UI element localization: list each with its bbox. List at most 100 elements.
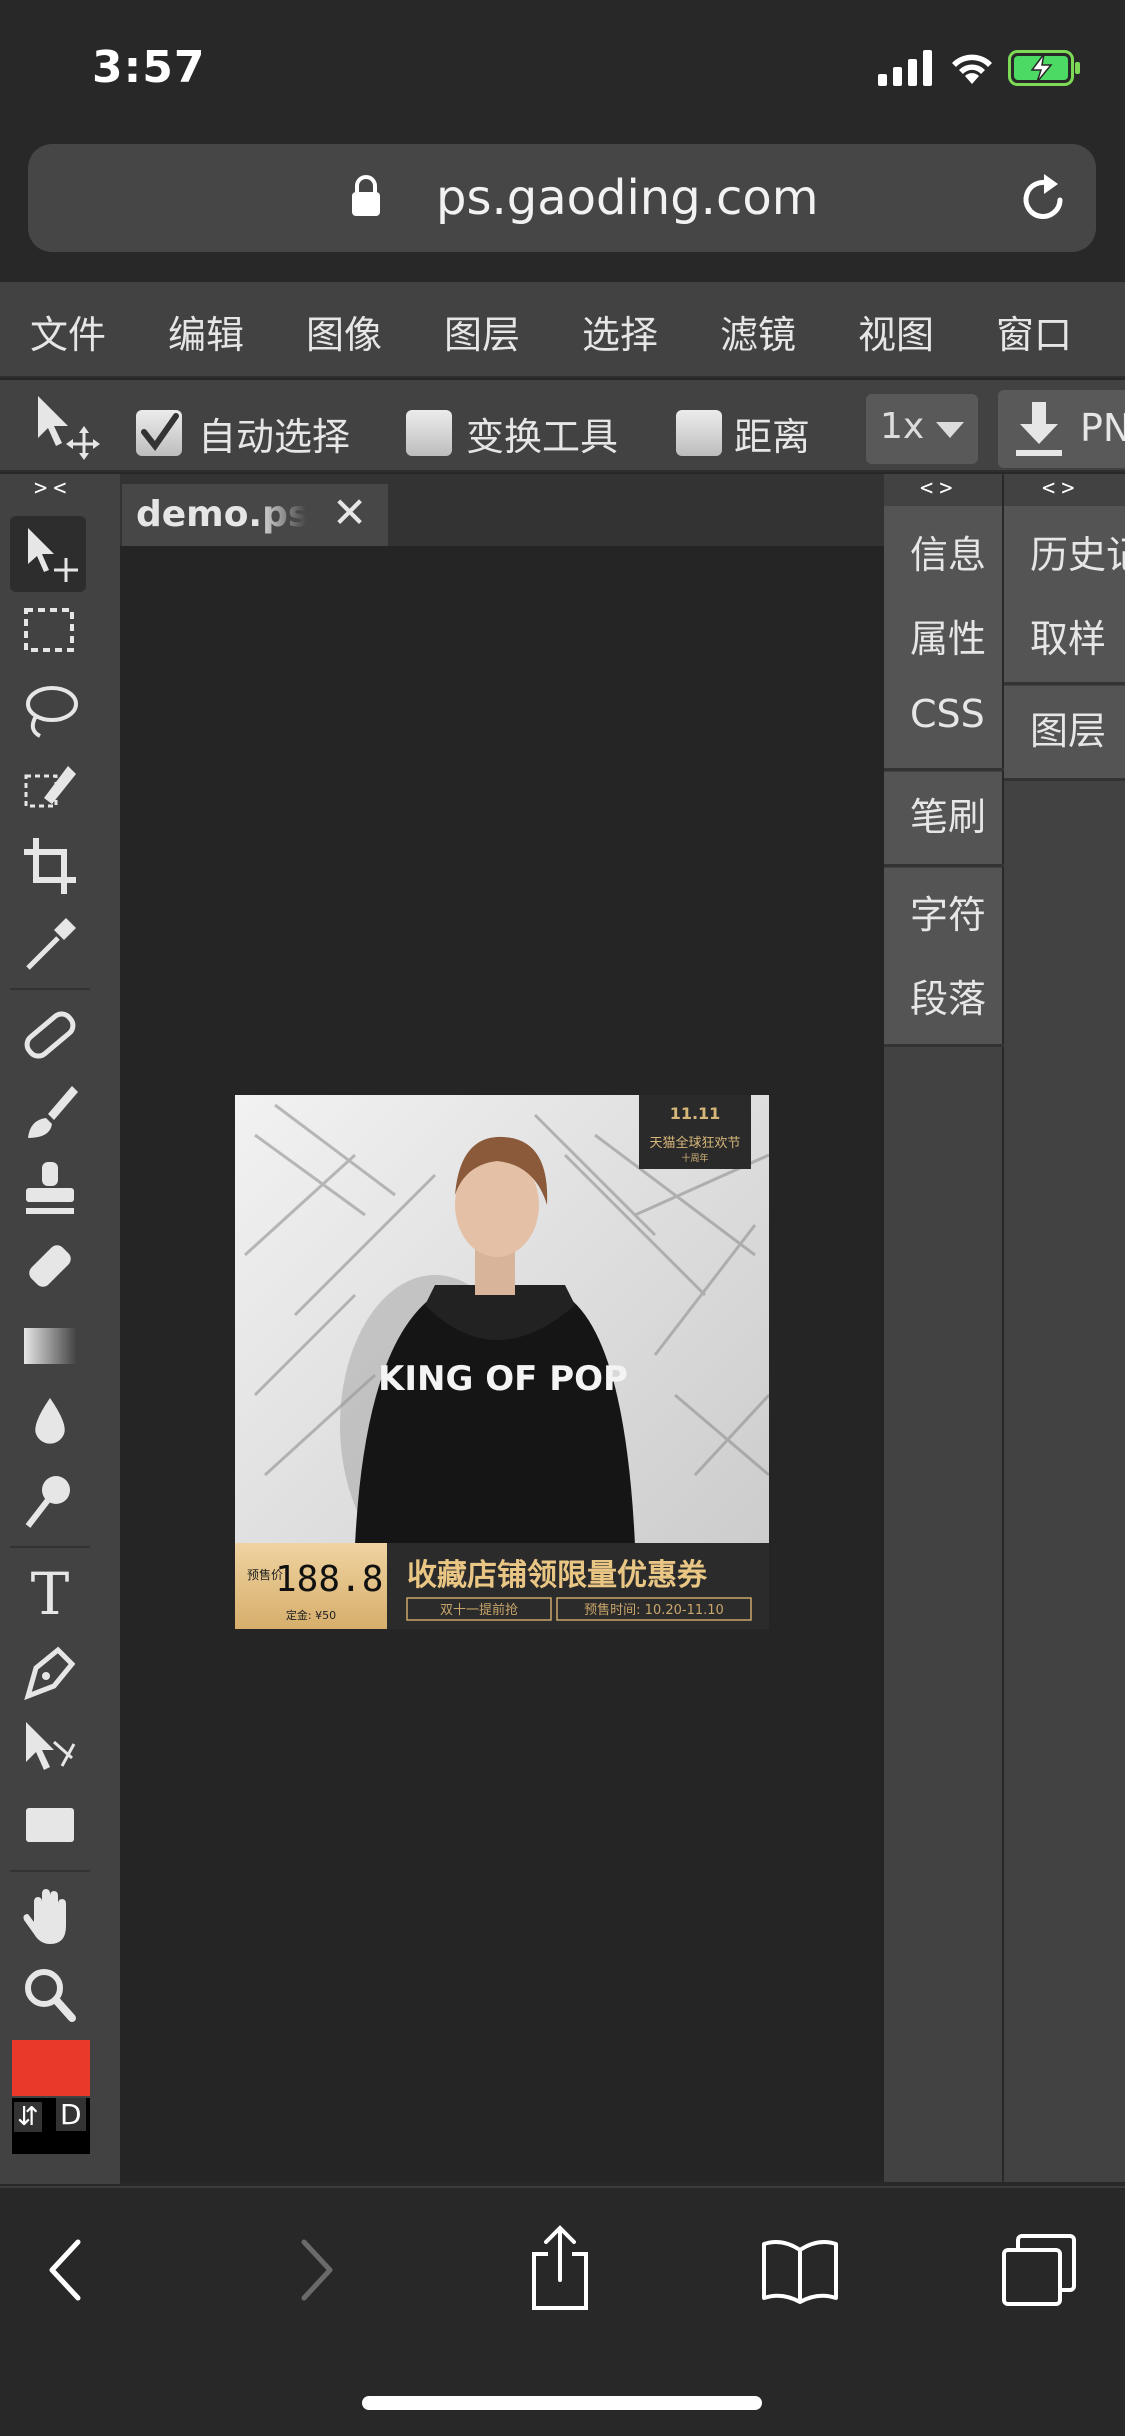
export-png-button[interactable]: PNG <box>998 390 1125 468</box>
dodge-tool-button[interactable] <box>14 1468 86 1538</box>
rectangle-icon <box>26 1808 74 1842</box>
reload-icon[interactable] <box>1018 170 1070 226</box>
menu-window[interactable]: 窗口 <box>996 304 1072 359</box>
right-panel-1-toggle[interactable]: <> <box>920 476 959 501</box>
battery-charging-icon <box>1008 50 1080 86</box>
default-colors-button[interactable]: D <box>56 2098 86 2131</box>
pen-tool-button[interactable] <box>14 1636 86 1706</box>
move-tool-icon <box>28 528 78 582</box>
panel-tab-info[interactable]: 信息 <box>910 524 986 579</box>
text-tool-button[interactable]: T <box>14 1558 86 1628</box>
brush-tool-button[interactable] <box>14 1078 86 1148</box>
panel-tab-layers[interactable]: 图层 <box>1030 700 1106 755</box>
blur-drop-icon <box>35 1398 65 1444</box>
stamp-tool-button[interactable] <box>14 1156 86 1226</box>
transform-tool-checkbox[interactable] <box>406 410 452 456</box>
foreground-color-swatch[interactable] <box>12 2040 90 2096</box>
badge-logo-text: 11.11 <box>670 1104 721 1123</box>
gradient-icon <box>24 1328 76 1364</box>
panel-tab-brush[interactable]: 笔刷 <box>910 786 986 841</box>
lasso-icon <box>26 686 78 738</box>
badge-subtitle-text: 十周年 <box>681 1152 708 1164</box>
healing-brush-icon <box>24 1011 76 1059</box>
gradient-tool-button[interactable] <box>14 1312 86 1382</box>
menu-filter[interactable]: 滤镜 <box>720 304 796 359</box>
hand-tool-button[interactable] <box>14 1882 86 1952</box>
move-tool-button[interactable] <box>14 520 86 590</box>
share-icon[interactable] <box>528 2224 592 2312</box>
status-bar: 3:57 <box>0 0 1125 140</box>
menu-edit[interactable]: 编辑 <box>168 304 244 359</box>
toolbox: >< T ⇵ D <box>0 474 120 2184</box>
eyedropper-tool-button[interactable] <box>14 910 86 980</box>
marquee-tool-button[interactable] <box>14 598 86 668</box>
quick-selection-icon <box>24 766 76 808</box>
document-tab[interactable]: demo.psd ✕ <box>122 484 388 546</box>
distance-checkbox[interactable] <box>676 410 722 456</box>
quick-selection-tool-button[interactable] <box>14 754 86 824</box>
panel-tab-css[interactable]: CSS <box>910 692 985 736</box>
forward-icon[interactable] <box>296 2238 336 2302</box>
zoom-tool-button[interactable] <box>14 1960 86 2030</box>
distance-label: 距离 <box>734 415 811 459</box>
hand-icon <box>23 1889 66 1944</box>
healing-tool-button[interactable] <box>14 1000 86 1070</box>
marquee-icon <box>24 608 74 652</box>
tabs-icon[interactable] <box>1000 2232 1078 2308</box>
swap-colors-icon[interactable]: ⇵ <box>14 2102 42 2132</box>
eraser-icon <box>29 1245 71 1287</box>
brush-icon <box>28 1086 78 1138</box>
checkmark-icon <box>141 413 179 452</box>
panel-tab-sampling[interactable]: 取样 <box>1030 608 1106 663</box>
zoom-value: 1x <box>880 406 925 447</box>
panel-tab-character[interactable]: 字符 <box>910 884 986 939</box>
svg-text:T: T <box>31 1560 70 1628</box>
menu-layer[interactable]: 图层 <box>444 304 520 359</box>
canvas-image[interactable]: KING OF POP 11.11 天猫全球狂欢节 十周年 预售价 188.8 … <box>235 1095 769 1629</box>
menu-image[interactable]: 图像 <box>306 304 382 359</box>
status-time: 3:57 <box>92 42 206 93</box>
eraser-tool-button[interactable] <box>14 1234 86 1304</box>
menu-select[interactable]: 选择 <box>582 304 658 359</box>
auto-select-checkbox[interactable] <box>136 410 182 456</box>
panel-tab-properties[interactable]: 属性 <box>910 608 986 663</box>
back-icon[interactable] <box>46 2238 86 2302</box>
panel-divider <box>1004 682 1125 685</box>
panel-group-history: 历史记录 取样 <box>1004 506 1125 682</box>
menu-view[interactable]: 视图 <box>858 304 934 359</box>
magnifier-icon <box>25 1969 76 2022</box>
crop-icon <box>24 838 76 894</box>
shape-tool-button[interactable] <box>14 1792 86 1862</box>
export-label: PNG <box>1080 406 1125 450</box>
bookmarks-icon[interactable] <box>760 2238 840 2304</box>
tool-divider <box>10 1870 90 1872</box>
crop-tool-button[interactable] <box>14 832 86 902</box>
right-panel-info: <> 信息 属性 CSS 笔刷 字符 段落 <box>884 474 1005 2182</box>
auto-select-label: 自动选择 <box>198 415 351 459</box>
clone-stamp-icon <box>26 1162 74 1214</box>
zoom-select[interactable]: 1x <box>866 394 978 464</box>
panel-tab-history[interactable]: 历史记录 <box>1030 524 1125 579</box>
close-tab-icon[interactable]: ✕ <box>332 488 367 537</box>
panel-tab-paragraph[interactable]: 段落 <box>910 968 986 1023</box>
badge-title-text: 天猫全球狂欢节 <box>649 1135 740 1151</box>
move-tool-icon <box>38 396 100 460</box>
url-text: ps.gaoding.com <box>436 170 819 226</box>
menu-file[interactable]: 文件 <box>30 304 106 359</box>
shirt-print-text: KING OF POP <box>378 1359 628 1399</box>
blur-tool-button[interactable] <box>14 1390 86 1460</box>
right-panel-2-toggle[interactable]: <> <box>1042 476 1081 501</box>
cellular-signal-icon <box>878 50 932 86</box>
toolbox-collapse-toggle[interactable]: >< <box>34 476 73 501</box>
path-select-tool-button[interactable] <box>14 1714 86 1784</box>
type-icon: T <box>31 1560 70 1628</box>
eyedropper-icon <box>26 918 76 970</box>
address-bar[interactable]: ps.gaoding.com <box>28 144 1096 252</box>
deposit-text: 定金: ¥50 <box>286 1608 336 1622</box>
chevron-down-icon <box>936 422 964 438</box>
pen-icon <box>24 1646 76 1701</box>
tool-options-bar: 自动选择 变换工具 距离 1x PNG <box>0 380 1125 472</box>
home-indicator <box>362 2396 762 2410</box>
lasso-tool-button[interactable] <box>14 676 86 746</box>
ad-tag-early: 双十一提前抢 <box>440 1602 518 1618</box>
